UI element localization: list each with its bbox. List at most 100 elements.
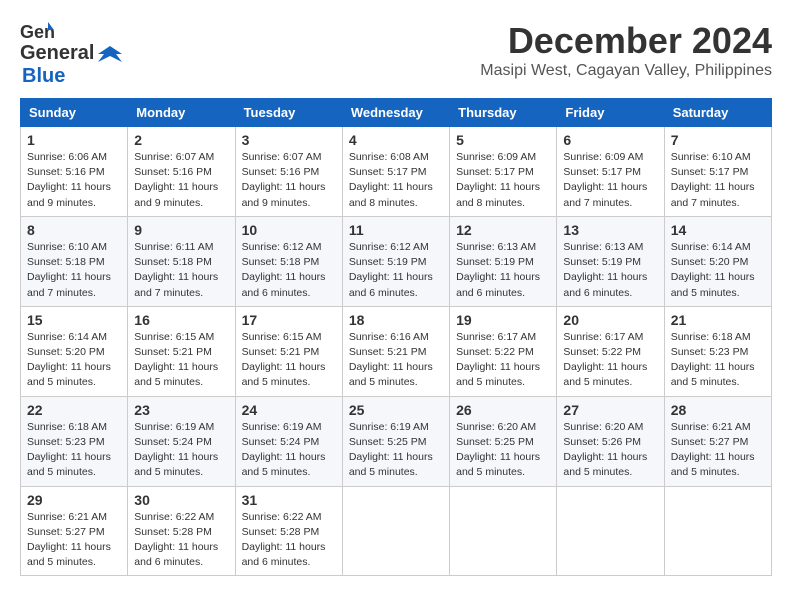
calendar-cell: 15 Sunrise: 6:14 AM Sunset: 5:20 PM Dayl… [21,306,128,396]
daylight-text: Daylight: 11 hours and 6 minutes. [242,541,326,568]
sunset-text: Sunset: 5:26 PM [563,436,641,448]
sunrise-text: Sunrise: 6:13 AM [456,241,536,253]
calendar-cell: 5 Sunrise: 6:09 AM Sunset: 5:17 PM Dayli… [450,127,557,217]
header-monday: Monday [128,99,235,127]
day-info: Sunrise: 6:15 AM Sunset: 5:21 PM Dayligh… [134,330,228,391]
day-number: 26 [456,402,550,418]
daylight-text: Daylight: 11 hours and 5 minutes. [134,361,218,388]
day-number: 8 [27,222,121,238]
sunset-text: Sunset: 5:21 PM [242,346,320,358]
header-sunday: Sunday [21,99,128,127]
day-number: 4 [349,132,443,148]
calendar-cell: 18 Sunrise: 6:16 AM Sunset: 5:21 PM Dayl… [342,306,449,396]
day-info: Sunrise: 6:12 AM Sunset: 5:18 PM Dayligh… [242,240,336,301]
sunrise-text: Sunrise: 6:10 AM [27,241,107,253]
day-info: Sunrise: 6:11 AM Sunset: 5:18 PM Dayligh… [134,240,228,301]
sunrise-text: Sunrise: 6:16 AM [349,331,429,343]
calendar-cell: 24 Sunrise: 6:19 AM Sunset: 5:24 PM Dayl… [235,396,342,486]
calendar-week-3: 15 Sunrise: 6:14 AM Sunset: 5:20 PM Dayl… [21,306,772,396]
calendar-cell: 1 Sunrise: 6:06 AM Sunset: 5:16 PM Dayli… [21,127,128,217]
sunset-text: Sunset: 5:22 PM [563,346,641,358]
day-info: Sunrise: 6:19 AM Sunset: 5:24 PM Dayligh… [242,420,336,481]
sunset-text: Sunset: 5:17 PM [563,166,641,178]
calendar-cell: 19 Sunrise: 6:17 AM Sunset: 5:22 PM Dayl… [450,306,557,396]
day-info: Sunrise: 6:17 AM Sunset: 5:22 PM Dayligh… [563,330,657,391]
daylight-text: Daylight: 11 hours and 7 minutes. [27,271,111,298]
day-number: 21 [671,312,765,328]
daylight-text: Daylight: 11 hours and 5 minutes. [563,361,647,388]
sunset-text: Sunset: 5:21 PM [134,346,212,358]
sunrise-text: Sunrise: 6:07 AM [134,151,214,163]
sunrise-text: Sunrise: 6:12 AM [349,241,429,253]
daylight-text: Daylight: 11 hours and 6 minutes. [349,271,433,298]
day-info: Sunrise: 6:22 AM Sunset: 5:28 PM Dayligh… [134,510,228,571]
sunrise-text: Sunrise: 6:14 AM [27,331,107,343]
day-info: Sunrise: 6:19 AM Sunset: 5:25 PM Dayligh… [349,420,443,481]
daylight-text: Daylight: 11 hours and 7 minutes. [134,271,218,298]
day-info: Sunrise: 6:07 AM Sunset: 5:16 PM Dayligh… [242,150,336,211]
day-number: 30 [134,492,228,508]
calendar-cell: 23 Sunrise: 6:19 AM Sunset: 5:24 PM Dayl… [128,396,235,486]
day-info: Sunrise: 6:16 AM Sunset: 5:21 PM Dayligh… [349,330,443,391]
day-info: Sunrise: 6:20 AM Sunset: 5:26 PM Dayligh… [563,420,657,481]
daylight-text: Daylight: 11 hours and 5 minutes. [349,361,433,388]
sunset-text: Sunset: 5:16 PM [27,166,105,178]
calendar-cell: 17 Sunrise: 6:15 AM Sunset: 5:21 PM Dayl… [235,306,342,396]
day-number: 12 [456,222,550,238]
sunset-text: Sunset: 5:23 PM [27,436,105,448]
sunset-text: Sunset: 5:27 PM [671,436,749,448]
sunrise-text: Sunrise: 6:17 AM [456,331,536,343]
sunrise-text: Sunrise: 6:10 AM [671,151,751,163]
sunset-text: Sunset: 5:20 PM [27,346,105,358]
day-number: 25 [349,402,443,418]
calendar-cell: 7 Sunrise: 6:10 AM Sunset: 5:17 PM Dayli… [664,127,771,217]
header-friday: Friday [557,99,664,127]
title-area: December 2024 Masipi West, Cagayan Valle… [480,20,772,80]
daylight-text: Daylight: 11 hours and 5 minutes. [27,361,111,388]
day-info: Sunrise: 6:10 AM Sunset: 5:18 PM Dayligh… [27,240,121,301]
day-number: 29 [27,492,121,508]
location-title: Masipi West, Cagayan Valley, Philippines [480,62,772,80]
sunset-text: Sunset: 5:27 PM [27,526,105,538]
sunrise-text: Sunrise: 6:11 AM [134,241,213,253]
calendar-cell: 14 Sunrise: 6:14 AM Sunset: 5:20 PM Dayl… [664,216,771,306]
sunrise-text: Sunrise: 6:15 AM [242,331,322,343]
day-number: 27 [563,402,657,418]
sunrise-text: Sunrise: 6:20 AM [456,421,536,433]
day-number: 9 [134,222,228,238]
sunset-text: Sunset: 5:23 PM [671,346,749,358]
day-number: 24 [242,402,336,418]
calendar-cell: 27 Sunrise: 6:20 AM Sunset: 5:26 PM Dayl… [557,396,664,486]
day-info: Sunrise: 6:21 AM Sunset: 5:27 PM Dayligh… [671,420,765,481]
calendar-cell: 9 Sunrise: 6:11 AM Sunset: 5:18 PM Dayli… [128,216,235,306]
daylight-text: Daylight: 11 hours and 5 minutes. [27,541,111,568]
sunrise-text: Sunrise: 6:18 AM [671,331,751,343]
sunset-text: Sunset: 5:16 PM [242,166,320,178]
day-number: 20 [563,312,657,328]
sunrise-text: Sunrise: 6:22 AM [242,511,322,523]
sunrise-text: Sunrise: 6:09 AM [456,151,536,163]
sunset-text: Sunset: 5:20 PM [671,256,749,268]
sunset-text: Sunset: 5:17 PM [671,166,749,178]
day-info: Sunrise: 6:18 AM Sunset: 5:23 PM Dayligh… [27,420,121,481]
calendar-cell: 4 Sunrise: 6:08 AM Sunset: 5:17 PM Dayli… [342,127,449,217]
daylight-text: Daylight: 11 hours and 7 minutes. [563,181,647,208]
day-number: 14 [671,222,765,238]
sunset-text: Sunset: 5:24 PM [134,436,212,448]
logo-general-text: General [20,42,94,65]
day-info: Sunrise: 6:06 AM Sunset: 5:16 PM Dayligh… [27,150,121,211]
daylight-text: Daylight: 11 hours and 5 minutes. [134,451,218,478]
sunrise-text: Sunrise: 6:21 AM [671,421,751,433]
sunset-text: Sunset: 5:28 PM [134,526,212,538]
sunset-text: Sunset: 5:19 PM [349,256,427,268]
calendar-cell: 22 Sunrise: 6:18 AM Sunset: 5:23 PM Dayl… [21,396,128,486]
daylight-text: Daylight: 11 hours and 6 minutes. [242,271,326,298]
sunrise-text: Sunrise: 6:20 AM [563,421,643,433]
daylight-text: Daylight: 11 hours and 5 minutes. [456,451,540,478]
logo: General General Blue [20,20,122,88]
calendar-cell: 10 Sunrise: 6:12 AM Sunset: 5:18 PM Dayl… [235,216,342,306]
calendar-cell: 20 Sunrise: 6:17 AM Sunset: 5:22 PM Dayl… [557,306,664,396]
day-info: Sunrise: 6:10 AM Sunset: 5:17 PM Dayligh… [671,150,765,211]
sunrise-text: Sunrise: 6:19 AM [134,421,214,433]
day-info: Sunrise: 6:09 AM Sunset: 5:17 PM Dayligh… [563,150,657,211]
